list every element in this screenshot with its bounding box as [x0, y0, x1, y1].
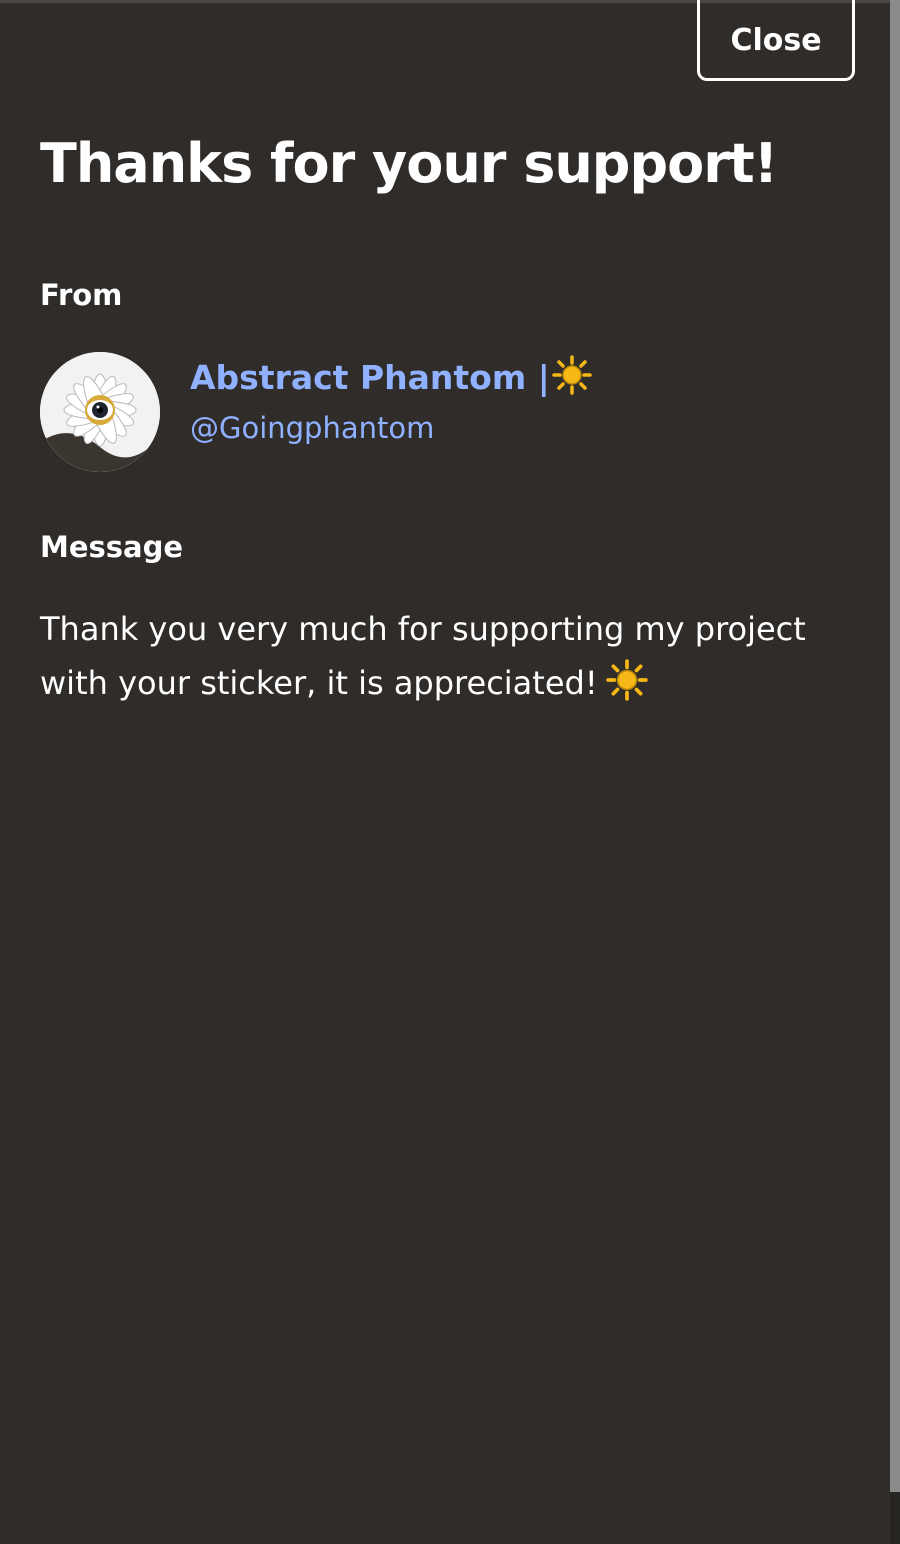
- scrollbar-thumb[interactable]: [890, 0, 900, 1492]
- sun-icon: [605, 659, 648, 717]
- avatar-flower-eye-image: [40, 352, 160, 472]
- from-label: From: [40, 278, 123, 312]
- message-line-2-wrap: with your sticker, it is appreciated!: [40, 656, 840, 717]
- message-line-1: Thank you very much for supporting my pr…: [40, 610, 806, 648]
- close-button[interactable]: Close: [697, 0, 855, 81]
- page-title: Thanks for your support!: [40, 132, 778, 195]
- message-body: Thank you very much for supporting my pr…: [40, 602, 840, 717]
- scrollbar-track[interactable]: [890, 0, 900, 1544]
- sender-name-link[interactable]: Abstract Phantom |: [190, 355, 592, 406]
- avatar[interactable]: [40, 352, 160, 472]
- thank-you-page: Close Thanks for your support! From Abst…: [0, 0, 900, 1544]
- sun-icon: [552, 355, 592, 406]
- message-line-2: with your sticker, it is appreciated!: [40, 664, 598, 702]
- message-label: Message: [40, 530, 184, 564]
- sender-handle: @Goingphantom: [190, 411, 435, 445]
- sender-name: Abstract Phantom |: [190, 358, 550, 397]
